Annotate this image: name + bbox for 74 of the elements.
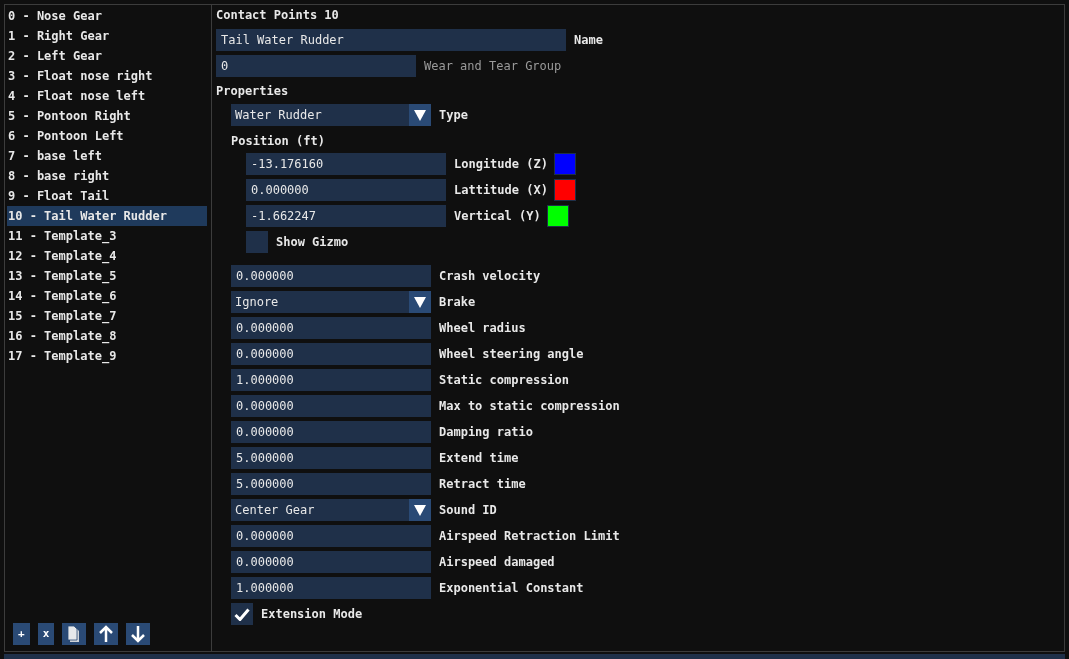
list-item[interactable]: 10 - Tail Water Rudder xyxy=(7,206,207,226)
field-label: Airspeed damaged xyxy=(439,554,555,571)
toolbar-button[interactable] xyxy=(94,623,119,645)
arrow-down-icon xyxy=(130,625,147,643)
input-field[interactable]: 0.000000 xyxy=(231,551,431,573)
document-icon xyxy=(67,625,82,643)
arrow-up-icon xyxy=(98,625,115,643)
checkbox[interactable] xyxy=(246,231,268,253)
list-item[interactable]: 5 - Pontoon Right xyxy=(7,106,207,126)
list-item[interactable]: 9 - Float Tail xyxy=(7,186,207,206)
checkbox[interactable] xyxy=(231,603,253,625)
input-field[interactable]: 0.000000 xyxy=(231,395,431,417)
list-item[interactable]: 3 - Float nose right xyxy=(7,66,207,86)
field-label: Vertical (Y) xyxy=(454,208,541,225)
input-field[interactable]: 0.000000 xyxy=(231,525,431,547)
field-label: Airspeed Retraction Limit xyxy=(439,528,620,545)
list-item[interactable]: 2 - Left Gear xyxy=(7,46,207,66)
color-swatch[interactable] xyxy=(546,205,569,227)
input-field[interactable]: -1.662247 xyxy=(246,205,446,227)
toolbar-button[interactable] xyxy=(126,623,151,645)
input-field[interactable]: 0.000000 xyxy=(231,317,431,339)
list-item[interactable]: 13 - Template_5 xyxy=(7,266,207,286)
input-field[interactable]: 5.000000 xyxy=(231,447,431,469)
toolbar-button[interactable]: x xyxy=(37,623,55,645)
field-label: Extension Mode xyxy=(261,606,363,623)
toolbar-button[interactable]: + xyxy=(13,623,30,645)
input-field[interactable]: 0.000000 xyxy=(231,343,431,365)
field-label: Retract time xyxy=(439,476,526,493)
field-label: Brake xyxy=(439,294,476,311)
list-item[interactable]: 0 - Nose Gear xyxy=(7,6,207,26)
list-item[interactable]: 1 - Right Gear xyxy=(7,26,207,46)
section-heading: Properties xyxy=(216,83,290,99)
field-label: Damping ratio xyxy=(439,424,533,441)
field-label: Wear and Tear Group xyxy=(424,58,562,75)
field-label: Show Gizmo xyxy=(276,234,349,251)
field-label: Type xyxy=(439,107,468,124)
list-item[interactable]: 14 - Template_6 xyxy=(7,286,207,306)
input-field[interactable]: 0.000000 xyxy=(231,265,431,287)
field-label: Wheel radius xyxy=(439,320,526,337)
input-field[interactable]: 0.000000 xyxy=(231,421,431,443)
input-field[interactable]: 0.000000 xyxy=(246,179,446,201)
input-field[interactable]: -13.176160 xyxy=(246,153,446,175)
color-swatch[interactable] xyxy=(553,153,576,175)
list-item[interactable]: 16 - Template_8 xyxy=(7,326,207,346)
color-swatch[interactable] xyxy=(553,179,576,201)
field-label: Crash velocity xyxy=(439,268,541,285)
list-item[interactable]: 4 - Float nose left xyxy=(7,86,207,106)
section-heading: Position (ft) xyxy=(231,133,326,149)
field-label: Exponential Constant xyxy=(439,580,584,597)
section-title: Contact Points 10 xyxy=(216,7,340,24)
field-label: Wheel steering angle xyxy=(439,346,584,363)
caret-icon xyxy=(414,109,426,121)
list-item[interactable]: 8 - base right xyxy=(7,166,207,186)
caret-icon xyxy=(414,504,426,516)
field-label: Sound ID xyxy=(439,502,497,519)
list-item[interactable]: 7 - base left xyxy=(7,146,207,166)
field-label: Max to static compression xyxy=(439,398,620,415)
list-item[interactable]: 11 - Template_3 xyxy=(7,226,207,246)
toolbar-button[interactable] xyxy=(62,623,87,645)
input-field[interactable]: Tail Water Rudder xyxy=(216,29,566,51)
field-label: Static compression xyxy=(439,372,570,389)
list-item[interactable]: 17 - Template_9 xyxy=(7,346,207,366)
list-item[interactable]: 15 - Template_7 xyxy=(7,306,207,326)
field-label: Extend time xyxy=(439,450,519,467)
input-field[interactable]: 1.000000 xyxy=(231,369,431,391)
caret-icon xyxy=(414,296,426,308)
field-label: Longitude (Z) xyxy=(454,156,548,173)
field-label: Lattitude (X) xyxy=(454,182,548,199)
input-field[interactable]: 1.000000 xyxy=(231,577,431,599)
checkmark-icon xyxy=(234,607,250,621)
list-item[interactable]: 6 - Pontoon Left xyxy=(7,126,207,146)
input-field[interactable]: 5.000000 xyxy=(231,473,431,495)
field-label: Name xyxy=(574,32,603,49)
list-item[interactable]: 12 - Template_4 xyxy=(7,246,207,266)
